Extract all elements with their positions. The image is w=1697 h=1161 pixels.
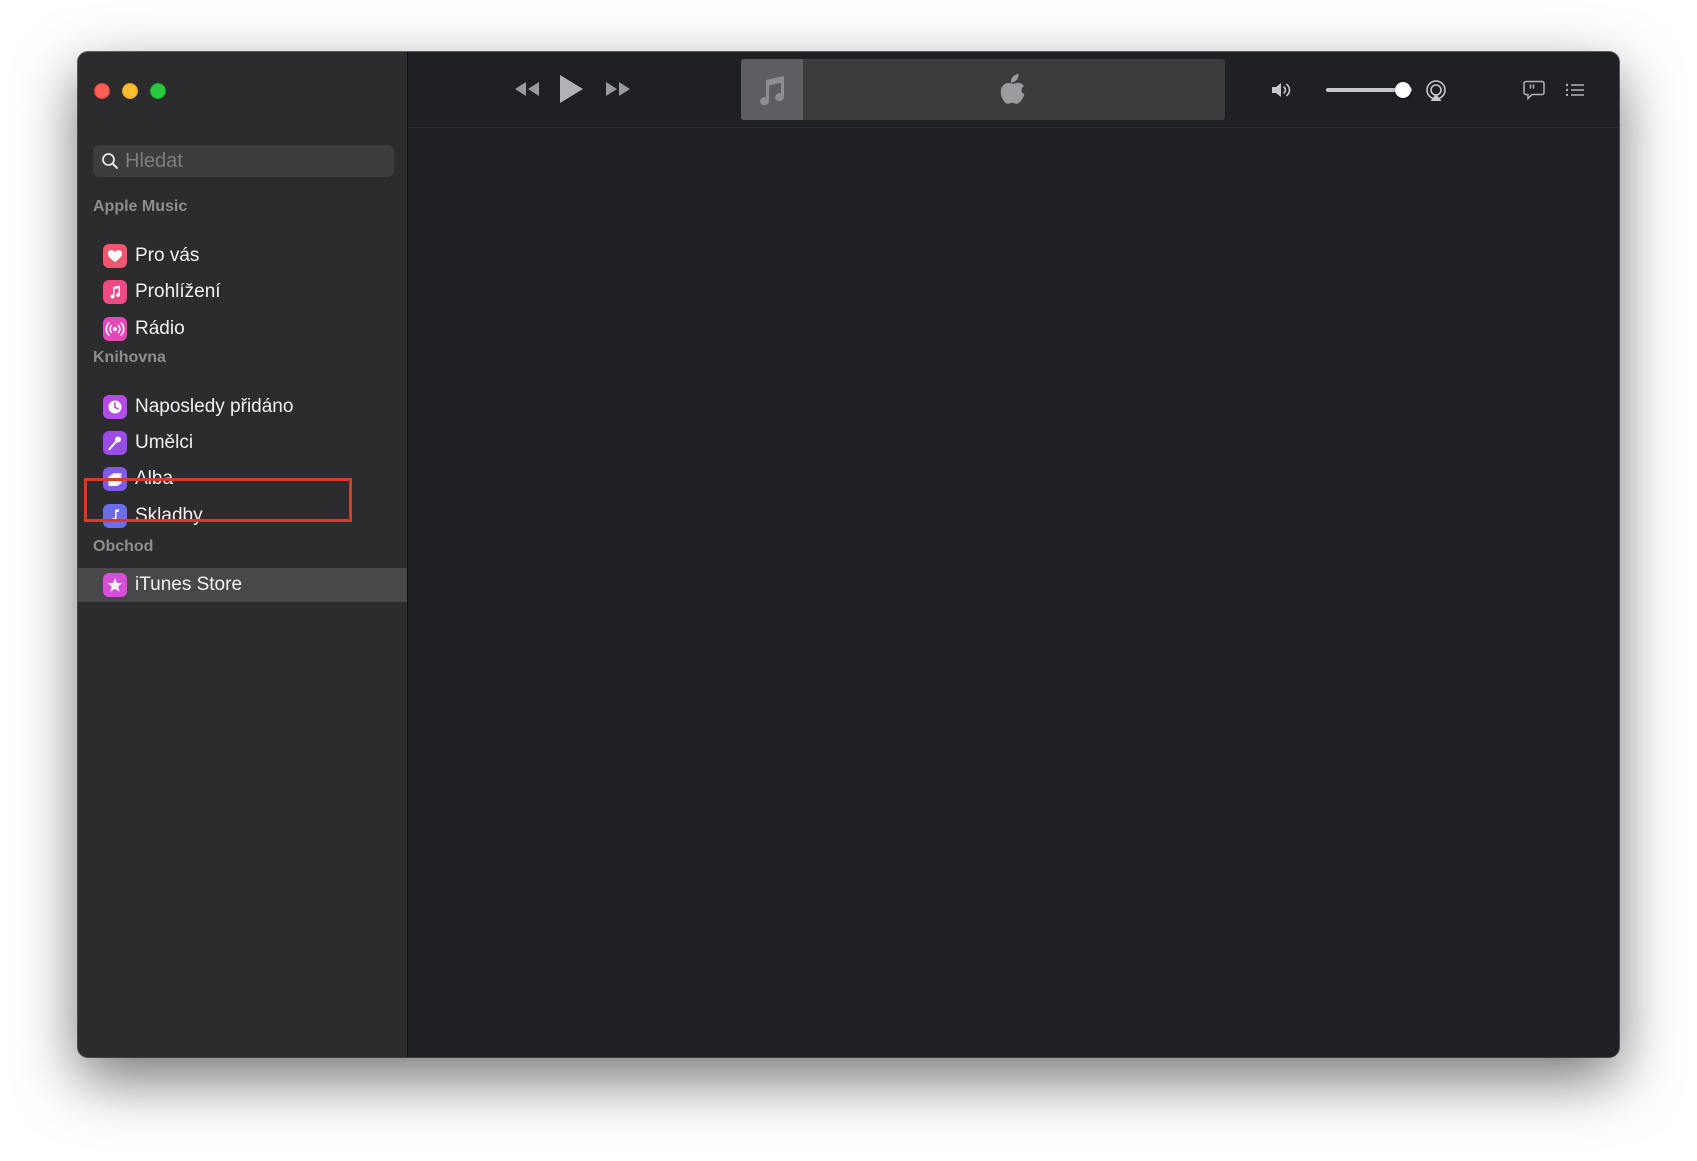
music-note-icon [760, 75, 785, 105]
rewind-icon [515, 82, 539, 96]
search-icon [102, 153, 118, 169]
star-icon [103, 573, 127, 597]
up-next-button[interactable] [1564, 80, 1586, 100]
album-stack-icon [103, 467, 127, 491]
heart-icon [103, 244, 127, 268]
volume-slider[interactable] [1326, 80, 1420, 100]
sidebar-item-albums[interactable]: Alba [78, 462, 407, 496]
clock-icon [103, 395, 127, 419]
fast-forward-icon [606, 82, 630, 96]
volume-icon [1270, 80, 1292, 100]
sidebar: Apple Music Pro vás Prohlížení Rádio [78, 52, 408, 1057]
sidebar-item-itunes-store[interactable]: iTunes Store [78, 568, 407, 602]
zoom-button[interactable] [150, 83, 166, 99]
search-input[interactable] [125, 145, 387, 177]
apple-logo-icon [1000, 74, 1025, 104]
play-button[interactable] [553, 71, 589, 107]
sidebar-item-label: Naposledy přidáno [135, 396, 294, 417]
now-playing-display[interactable] [741, 59, 1225, 120]
window-controls [94, 83, 166, 99]
radio-waves-icon [103, 317, 127, 341]
sidebar-item-label: iTunes Store [135, 574, 243, 595]
airplay-icon [1426, 80, 1446, 101]
music-note-icon [103, 504, 127, 528]
album-art-placeholder [741, 59, 803, 120]
section-title-library: Knihovna [93, 349, 166, 366]
sidebar-item-label: Alba [135, 468, 174, 489]
music-note-icon [103, 280, 127, 304]
next-button[interactable] [601, 76, 635, 102]
sidebar-item-label: Pro vás [135, 245, 200, 266]
microphone-icon [103, 431, 127, 455]
player-toolbar [408, 52, 1619, 128]
minimize-button[interactable] [122, 83, 138, 99]
sidebar-item-recently-added[interactable]: Naposledy přidáno [78, 390, 407, 424]
sidebar-item-label: Prohlížení [135, 281, 221, 302]
play-icon [560, 75, 583, 103]
content-area [408, 128, 1619, 1057]
airplay-button[interactable] [1424, 79, 1448, 103]
sidebar-item-label: Rádio [135, 318, 185, 339]
music-app-window: Apple Music Pro vás Prohlížení Rádio [78, 52, 1619, 1057]
section-title-store: Obchod [93, 538, 154, 555]
sidebar-item-browse[interactable]: Prohlížení [78, 275, 407, 309]
sidebar-item-radio[interactable]: Rádio [78, 312, 407, 346]
sidebar-item-songs[interactable]: Skladby [78, 499, 407, 533]
sidebar-item-label: Umělci [135, 432, 194, 453]
sidebar-item-artists[interactable]: Umělci [78, 426, 407, 460]
section-title-apple-music: Apple Music [93, 198, 188, 215]
lyrics-button[interactable] [1522, 79, 1546, 101]
main-content [408, 52, 1619, 1057]
previous-button[interactable] [510, 76, 544, 102]
sidebar-item-for-you[interactable]: Pro vás [78, 239, 407, 273]
volume-knob[interactable] [1395, 82, 1411, 98]
lyrics-speech-bubble-icon [1523, 80, 1545, 100]
close-button[interactable] [94, 83, 110, 99]
sidebar-item-label: Skladby [135, 505, 203, 526]
search-field[interactable] [93, 145, 394, 177]
list-icon [1565, 83, 1584, 97]
